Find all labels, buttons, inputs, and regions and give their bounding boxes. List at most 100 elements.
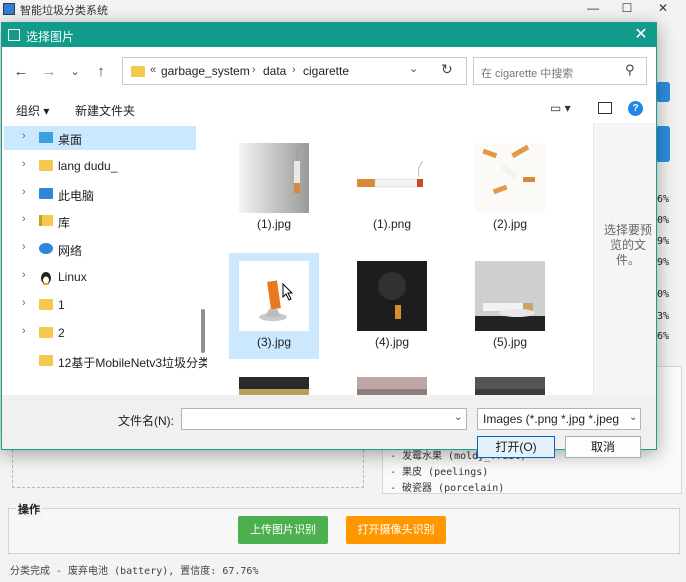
- dialog-toolbar: 组织 ▾ 新建文件夹 ▭ ▾ ?: [2, 93, 656, 121]
- expand-chevron-icon[interactable]: ›: [22, 158, 26, 170]
- view-options-icon[interactable]: ▭ ▾: [550, 101, 580, 117]
- new-folder-button[interactable]: 新建文件夹: [75, 102, 135, 119]
- peek-button-top[interactable]: [656, 82, 670, 102]
- search-input[interactable]: 在 cigarette 中搜索 ⚲: [473, 57, 647, 85]
- file-item[interactable]: [465, 369, 555, 395]
- app-titlebar: 智能垃圾分类系统 — ☐ ✕: [0, 0, 686, 18]
- breadcrumb-separator[interactable]: ›: [252, 64, 256, 76]
- breadcrumb-item[interactable]: data: [263, 64, 286, 78]
- up-arrow-icon[interactable]: ↑: [90, 61, 112, 83]
- file-thumbnail: [357, 261, 427, 331]
- filename-history-chevron-icon[interactable]: ⌄: [454, 412, 462, 423]
- file-name: (2).jpg: [492, 217, 527, 231]
- file-open-dialog: 选择图片 ✕ ← → ⌄ ↑ « garbage_system › data ›…: [1, 22, 657, 458]
- open-camera-button[interactable]: 打开摄像头识别: [346, 516, 446, 544]
- organize-menu[interactable]: 组织 ▾: [16, 102, 49, 119]
- tree-item-label: 1: [58, 298, 65, 312]
- confidence-value: 0%: [657, 215, 670, 226]
- file-item[interactable]: (4).jpg: [347, 253, 437, 359]
- folder-icon: [39, 299, 53, 310]
- peek-button-recognize[interactable]: [656, 126, 670, 162]
- tree-item-libraries[interactable]: › 库: [4, 209, 196, 233]
- folder-icon: [39, 327, 53, 338]
- tree-item-project-folder[interactable]: 12基于MobileNetv3垃圾分类: [4, 349, 207, 373]
- help-icon[interactable]: ?: [628, 101, 643, 116]
- breadcrumb-overflow[interactable]: «: [150, 64, 156, 76]
- preview-pane-toggle-icon[interactable]: [598, 102, 612, 114]
- tree-item-folder-1[interactable]: › 1: [4, 293, 196, 317]
- expand-chevron-icon[interactable]: ›: [22, 213, 26, 225]
- folder-icon: [39, 355, 53, 366]
- forward-arrow-icon[interactable]: →: [38, 61, 60, 83]
- operations-group: [8, 508, 680, 554]
- expand-chevron-icon[interactable]: ›: [22, 130, 26, 142]
- filter-chevron-icon[interactable]: ⌄: [627, 412, 638, 423]
- file-item[interactable]: [229, 369, 319, 395]
- file-thumbnail: [239, 143, 309, 213]
- expand-chevron-icon[interactable]: ›: [22, 186, 26, 198]
- tree-item-this-pc[interactable]: › 此电脑: [4, 182, 196, 206]
- open-button[interactable]: 打开(O): [477, 436, 555, 458]
- filename-input[interactable]: ⌄: [181, 408, 467, 430]
- dialog-close-button[interactable]: ✕: [630, 25, 652, 45]
- breadcrumb-item[interactable]: garbage_system: [161, 64, 250, 78]
- preview-pane: 选择要预览的文件。: [593, 123, 656, 395]
- operations-label: 操作: [16, 501, 42, 517]
- confidence-value: 6%: [657, 194, 670, 205]
- close-button[interactable]: ✕: [648, 1, 678, 17]
- confidence-value: 9%: [657, 236, 670, 247]
- file-item[interactable]: [347, 369, 437, 395]
- file-thumbnail: [357, 143, 427, 213]
- confidence-value: 6%: [657, 331, 670, 342]
- recent-locations-chevron-icon[interactable]: ⌄: [64, 61, 86, 83]
- file-item[interactable]: (1).png: [347, 135, 437, 241]
- file-thumbnail: [475, 261, 545, 331]
- tree-item-label: 网络: [58, 244, 83, 258]
- tree-item-label: Linux: [58, 270, 87, 284]
- tree-item-network[interactable]: › 网络: [4, 237, 196, 261]
- file-grid[interactable]: (1).jpg (1).png (2).jpg (3).jpg (4).jpg: [209, 123, 587, 395]
- tree-item-folder-2[interactable]: › 2: [4, 321, 196, 345]
- tree-item-desktop[interactable]: › 桌面: [4, 126, 196, 150]
- image-drop-area: [12, 450, 364, 488]
- file-type-filter-select[interactable]: Images (*.png *.jpg *.jpeg ⌄: [477, 408, 641, 430]
- navigation-pane[interactable]: › 桌面 › lang dudu_ › 此电脑 › 库 › 网络 › Linux…: [4, 123, 207, 395]
- file-name: (5).jpg: [492, 335, 527, 349]
- file-thumbnail: [239, 261, 309, 331]
- address-dropdown-chevron-icon[interactable]: ⌄: [409, 62, 418, 75]
- file-item[interactable]: (5).jpg: [465, 253, 555, 359]
- preview-placeholder-text: 选择要预览的文件。: [603, 223, 652, 267]
- folder-icon: [131, 66, 145, 77]
- upload-image-button[interactable]: 上传图片识别: [238, 516, 328, 544]
- tree-item-label: 2: [58, 326, 65, 340]
- file-item[interactable]: (1).jpg: [229, 135, 319, 241]
- refresh-icon[interactable]: ↻: [441, 61, 453, 78]
- class-list-item: - 果皮 (peelings): [390, 467, 489, 478]
- file-type-filter-value: Images (*.png *.jpg *.jpeg: [483, 412, 620, 426]
- expand-chevron-icon[interactable]: ›: [22, 297, 26, 309]
- dialog-titlebar: 选择图片 ✕: [2, 23, 656, 47]
- expand-chevron-icon[interactable]: ›: [22, 241, 26, 253]
- back-arrow-icon[interactable]: ←: [10, 61, 32, 83]
- address-bar[interactable]: « garbage_system › data › cigarette ⌄ ↻: [122, 57, 467, 85]
- tree-item-user-folder[interactable]: › lang dudu_: [4, 154, 196, 178]
- file-item-selected[interactable]: (3).jpg: [229, 253, 319, 359]
- tree-item-label: 库: [58, 216, 71, 230]
- cancel-button[interactable]: 取消: [565, 436, 641, 458]
- navigation-scrollbar-thumb[interactable]: [201, 309, 205, 353]
- minimize-button[interactable]: —: [578, 1, 608, 17]
- confidence-value: 9%: [657, 257, 670, 268]
- expand-chevron-icon[interactable]: ›: [22, 269, 26, 281]
- breadcrumb-item[interactable]: cigarette: [303, 64, 349, 78]
- class-list-item: - 破瓷器 (porcelain): [390, 483, 505, 494]
- maximize-button[interactable]: ☐: [612, 1, 642, 17]
- expand-chevron-icon[interactable]: ›: [22, 325, 26, 337]
- linux-penguin-icon: [39, 271, 53, 285]
- file-name: (3).jpg: [256, 335, 291, 349]
- dialog-title: 选择图片: [26, 30, 75, 44]
- file-item[interactable]: (2).jpg: [465, 135, 555, 241]
- breadcrumb-separator[interactable]: ›: [292, 64, 296, 76]
- tree-item-linux[interactable]: › Linux: [4, 265, 196, 289]
- search-icon[interactable]: ⚲: [625, 62, 635, 78]
- file-thumbnail: [239, 377, 309, 395]
